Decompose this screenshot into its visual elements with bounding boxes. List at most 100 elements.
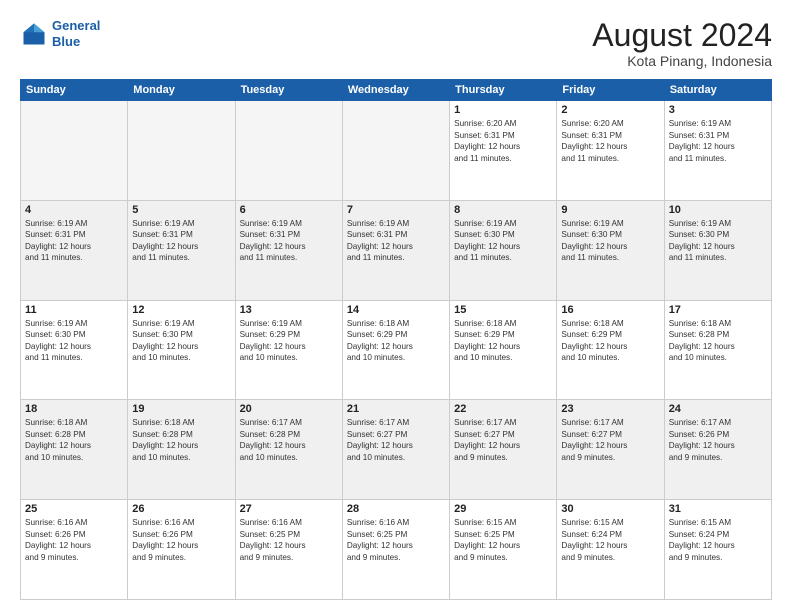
daylight-minutes: and 11 minutes. bbox=[240, 252, 338, 263]
day-info: Sunrise: 6:15 AMSunset: 6:24 PMDaylight:… bbox=[669, 517, 767, 563]
sunrise-text: Sunrise: 6:19 AM bbox=[669, 118, 767, 129]
daylight-hours: Daylight: 12 hours bbox=[454, 341, 552, 352]
calendar-header-wednesday: Wednesday bbox=[342, 80, 449, 101]
daylight-minutes: and 10 minutes. bbox=[454, 352, 552, 363]
day-info: Sunrise: 6:17 AMSunset: 6:27 PMDaylight:… bbox=[454, 417, 552, 463]
sunrise-text: Sunrise: 6:19 AM bbox=[240, 318, 338, 329]
day-number: 31 bbox=[669, 503, 767, 515]
sunset-text: Sunset: 6:31 PM bbox=[25, 229, 123, 240]
sunset-text: Sunset: 6:25 PM bbox=[454, 529, 552, 540]
daylight-minutes: and 10 minutes. bbox=[347, 352, 445, 363]
daylight-hours: Daylight: 12 hours bbox=[454, 141, 552, 152]
daylight-hours: Daylight: 12 hours bbox=[25, 440, 123, 451]
sunset-text: Sunset: 6:29 PM bbox=[240, 329, 338, 340]
daylight-minutes: and 11 minutes. bbox=[454, 153, 552, 164]
calendar-cell: 31 Sunrise: 6:15 AMSunset: 6:24 PMDayligh… bbox=[664, 500, 771, 600]
sunset-text: Sunset: 6:31 PM bbox=[240, 229, 338, 240]
sunset-text: Sunset: 6:28 PM bbox=[669, 329, 767, 340]
daylight-minutes: and 11 minutes. bbox=[669, 252, 767, 263]
sunset-text: Sunset: 6:27 PM bbox=[454, 429, 552, 440]
sunrise-text: Sunrise: 6:15 AM bbox=[669, 517, 767, 528]
calendar-week-row: 4Sunrise: 6:19 AMSunset: 6:31 PMDaylight… bbox=[21, 200, 772, 300]
calendar-cell: 10Sunrise: 6:19 AMSunset: 6:30 PMDayligh… bbox=[664, 200, 771, 300]
calendar-cell: 17Sunrise: 6:18 AMSunset: 6:28 PMDayligh… bbox=[664, 300, 771, 400]
day-number: 14 bbox=[347, 304, 445, 316]
main-title: August 2024 bbox=[592, 18, 772, 53]
daylight-minutes: and 10 minutes. bbox=[132, 452, 230, 463]
day-info: Sunrise: 6:18 AMSunset: 6:28 PMDaylight:… bbox=[132, 417, 230, 463]
sunrise-text: Sunrise: 6:20 AM bbox=[561, 118, 659, 129]
daylight-minutes: and 9 minutes. bbox=[132, 552, 230, 563]
day-number: 7 bbox=[347, 204, 445, 216]
day-number: 3 bbox=[669, 104, 767, 116]
daylight-hours: Daylight: 12 hours bbox=[240, 341, 338, 352]
sunrise-text: Sunrise: 6:15 AM bbox=[454, 517, 552, 528]
sunrise-text: Sunrise: 6:15 AM bbox=[561, 517, 659, 528]
sunrise-text: Sunrise: 6:18 AM bbox=[25, 417, 123, 428]
day-number: 21 bbox=[347, 403, 445, 415]
daylight-hours: Daylight: 12 hours bbox=[25, 540, 123, 551]
day-info: Sunrise: 6:19 AMSunset: 6:31 PMDaylight:… bbox=[132, 218, 230, 264]
sunset-text: Sunset: 6:30 PM bbox=[25, 329, 123, 340]
sunrise-text: Sunrise: 6:19 AM bbox=[669, 218, 767, 229]
sunrise-text: Sunrise: 6:19 AM bbox=[240, 218, 338, 229]
day-info: Sunrise: 6:15 AMSunset: 6:24 PMDaylight:… bbox=[561, 517, 659, 563]
sunrise-text: Sunrise: 6:17 AM bbox=[347, 417, 445, 428]
sunset-text: Sunset: 6:29 PM bbox=[454, 329, 552, 340]
sunrise-text: Sunrise: 6:19 AM bbox=[347, 218, 445, 229]
daylight-minutes: and 10 minutes. bbox=[240, 352, 338, 363]
calendar-cell: 13Sunrise: 6:19 AMSunset: 6:29 PMDayligh… bbox=[235, 300, 342, 400]
daylight-hours: Daylight: 12 hours bbox=[132, 440, 230, 451]
sunset-text: Sunset: 6:26 PM bbox=[132, 529, 230, 540]
day-number: 16 bbox=[561, 304, 659, 316]
sunrise-text: Sunrise: 6:17 AM bbox=[561, 417, 659, 428]
day-number: 1 bbox=[454, 104, 552, 116]
sunset-text: Sunset: 6:25 PM bbox=[240, 529, 338, 540]
calendar-week-row: 25Sunrise: 6:16 AMSunset: 6:26 PMDayligh… bbox=[21, 500, 772, 600]
logo: General Blue bbox=[20, 18, 100, 49]
calendar-header-friday: Friday bbox=[557, 80, 664, 101]
day-number: 11 bbox=[25, 304, 123, 316]
calendar-week-row: 11Sunrise: 6:19 AMSunset: 6:30 PMDayligh… bbox=[21, 300, 772, 400]
daylight-minutes: and 9 minutes. bbox=[454, 452, 552, 463]
daylight-minutes: and 10 minutes. bbox=[669, 352, 767, 363]
daylight-hours: Daylight: 12 hours bbox=[347, 241, 445, 252]
day-info: Sunrise: 6:16 AMSunset: 6:26 PMDaylight:… bbox=[25, 517, 123, 563]
daylight-hours: Daylight: 12 hours bbox=[669, 540, 767, 551]
sunrise-text: Sunrise: 6:16 AM bbox=[132, 517, 230, 528]
sunset-text: Sunset: 6:29 PM bbox=[561, 329, 659, 340]
day-number: 5 bbox=[132, 204, 230, 216]
sunset-text: Sunset: 6:31 PM bbox=[347, 229, 445, 240]
day-number: 6 bbox=[240, 204, 338, 216]
calendar-week-row: 18Sunrise: 6:18 AMSunset: 6:28 PMDayligh… bbox=[21, 400, 772, 500]
calendar-table: SundayMondayTuesdayWednesdayThursdayFrid… bbox=[20, 79, 772, 600]
daylight-minutes: and 10 minutes. bbox=[132, 352, 230, 363]
logo-text: General Blue bbox=[52, 18, 100, 49]
daylight-hours: Daylight: 12 hours bbox=[561, 341, 659, 352]
daylight-hours: Daylight: 12 hours bbox=[454, 540, 552, 551]
day-number: 4 bbox=[25, 204, 123, 216]
daylight-minutes: and 11 minutes. bbox=[132, 252, 230, 263]
day-info: Sunrise: 6:18 AMSunset: 6:28 PMDaylight:… bbox=[669, 318, 767, 364]
sunrise-text: Sunrise: 6:18 AM bbox=[454, 318, 552, 329]
sunset-text: Sunset: 6:30 PM bbox=[132, 329, 230, 340]
daylight-minutes: and 9 minutes. bbox=[240, 552, 338, 563]
calendar-cell: 2Sunrise: 6:20 AMSunset: 6:31 PMDaylight… bbox=[557, 101, 664, 201]
calendar-header-row: SundayMondayTuesdayWednesdayThursdayFrid… bbox=[21, 80, 772, 101]
day-number: 8 bbox=[454, 204, 552, 216]
sunset-text: Sunset: 6:28 PM bbox=[132, 429, 230, 440]
calendar-header-monday: Monday bbox=[128, 80, 235, 101]
daylight-hours: Daylight: 12 hours bbox=[25, 241, 123, 252]
day-number: 19 bbox=[132, 403, 230, 415]
daylight-minutes: and 11 minutes. bbox=[561, 252, 659, 263]
daylight-hours: Daylight: 12 hours bbox=[347, 540, 445, 551]
sunrise-text: Sunrise: 6:19 AM bbox=[132, 318, 230, 329]
sunrise-text: Sunrise: 6:18 AM bbox=[132, 417, 230, 428]
sunset-text: Sunset: 6:28 PM bbox=[25, 429, 123, 440]
daylight-hours: Daylight: 12 hours bbox=[240, 241, 338, 252]
day-number: 27 bbox=[240, 503, 338, 515]
calendar-cell: 6 Sunrise: 6:19 AMSunset: 6:31 PMDaylight… bbox=[235, 200, 342, 300]
day-info: Sunrise: 6:19 AMSunset: 6:29 PMDaylight:… bbox=[240, 318, 338, 364]
day-number: 29 bbox=[454, 503, 552, 515]
daylight-hours: Daylight: 12 hours bbox=[25, 341, 123, 352]
